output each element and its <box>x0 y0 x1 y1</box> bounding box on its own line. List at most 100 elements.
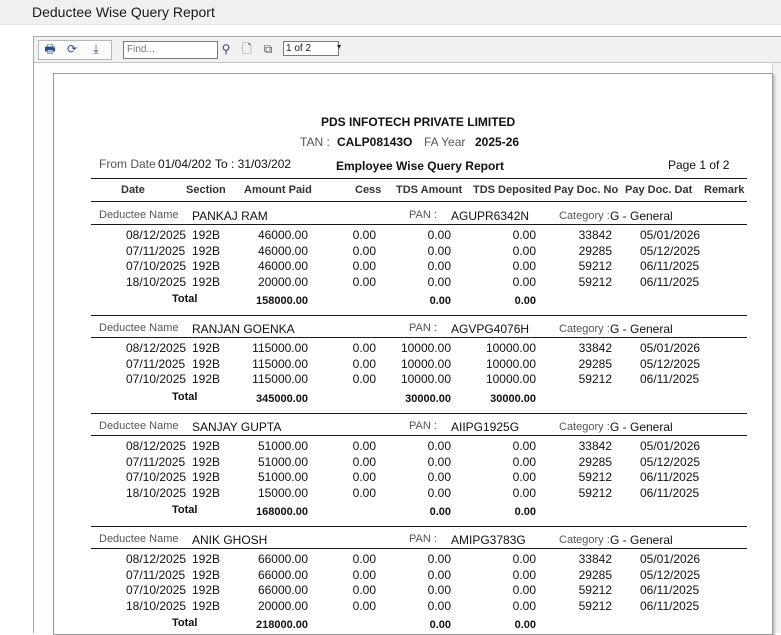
row-tds-deposited: 0.00 <box>512 485 536 500</box>
row-pay-doc-date: 05/01/2026 <box>640 228 701 242</box>
header-bottom-rule <box>91 201 747 202</box>
row-tds-amount: 0.00 <box>427 454 451 469</box>
row-date: 07/11/2025 <box>126 454 186 469</box>
window-title: Deductee Wise Query Report <box>32 4 215 20</box>
row-pay-doc-no: 33842 <box>578 228 612 242</box>
row-cess: 0.00 <box>352 552 376 566</box>
row-amount-paid: 51000.00 <box>257 470 308 485</box>
row-pay-doc-date: 05/01/2026 <box>640 341 701 355</box>
print-icon[interactable]: 🖶 <box>42 42 58 57</box>
row-date: 07/11/2025 <box>126 356 186 371</box>
deductee-name: SANJAY GUPTA <box>192 420 282 434</box>
row-tds-deposited: 0.00 <box>512 439 536 453</box>
tan-label: TAN : <box>300 135 330 149</box>
row-pay-doc-date: 06/11/2025 <box>640 372 700 387</box>
binoculars-icon[interactable]: ⚲ <box>218 42 234 57</box>
row-amount-paid: 46000.00 <box>257 243 308 258</box>
row-cess: 0.00 <box>352 274 376 289</box>
header-top-rule <box>91 178 747 179</box>
row-pay-doc-no: 29285 <box>578 454 612 469</box>
category-value: G - General <box>610 533 673 547</box>
group-header-rule <box>91 224 747 225</box>
total-label: Total <box>172 293 198 306</box>
total-amount-paid: 218000.00 <box>256 619 308 632</box>
deductee-name: RANJAN GOENKA <box>192 322 295 336</box>
page-selector[interactable]: 1 of 2 <box>283 41 339 56</box>
tan-value: CALP08143O <box>337 135 413 149</box>
category-value: G - General <box>610 420 673 434</box>
row-section: 192B <box>192 567 221 582</box>
column-header: Date <box>121 184 145 196</box>
from-value: 01/04/202 <box>158 157 212 171</box>
fy-value: 2025-26 <box>475 135 520 149</box>
row-date: 08/12/2025 <box>126 439 187 453</box>
row-tds-amount: 10000.00 <box>400 372 451 387</box>
row-cess: 0.00 <box>352 259 376 274</box>
row-date: 07/11/2025 <box>126 567 186 582</box>
report-title: Employee Wise Query Report <box>336 159 504 173</box>
group-separator <box>91 526 747 527</box>
row-date: 07/10/2025 <box>126 259 187 274</box>
total-tds-deposited: 0.00 <box>514 619 536 632</box>
row-pay-doc-date: 06/11/2025 <box>640 470 700 485</box>
row-section: 192B <box>192 243 221 258</box>
row-date: 08/12/2025 <box>126 552 187 566</box>
row-pay-doc-no: 33842 <box>578 341 612 355</box>
row-tds-amount: 10000.00 <box>400 341 451 355</box>
row-pay-doc-no: 59212 <box>578 259 612 274</box>
row-tds-amount: 0.00 <box>427 552 451 566</box>
row-tds-amount: 0.00 <box>427 439 451 453</box>
report-canvas[interactable]: PDS INFOTECH PRIVATE LIMITED TAN : CALP0… <box>35 63 781 635</box>
vertical-scrollbar[interactable] <box>772 63 781 633</box>
row-amount-paid: 66000.00 <box>257 583 308 598</box>
row-pay-doc-no: 29285 <box>578 243 612 258</box>
find-input[interactable] <box>123 41 218 59</box>
row-cess: 0.00 <box>352 470 376 485</box>
pan-label: PAN : <box>409 209 437 221</box>
export-icon[interactable]: ⤓ <box>88 42 104 57</box>
row-amount-paid: 46000.00 <box>257 259 308 274</box>
total-tds-deposited: 0.00 <box>514 506 536 519</box>
pan-value: AIIPG1925G <box>451 420 520 434</box>
category-label: Category : <box>559 421 610 433</box>
row-pay-doc-no: 33842 <box>578 552 612 566</box>
total-tds-amount: 30000.00 <box>405 392 451 405</box>
row-pay-doc-no: 59212 <box>578 372 612 387</box>
row-amount-paid: 46000.00 <box>257 228 308 242</box>
row-cess: 0.00 <box>352 567 376 582</box>
row-section: 192B <box>192 552 221 566</box>
row-amount-paid: 15000.00 <box>257 485 308 500</box>
row-cess: 0.00 <box>352 228 376 242</box>
row-pay-doc-date: 05/12/2025 <box>640 454 701 469</box>
row-tds-deposited: 10000.00 <box>485 356 536 371</box>
row-amount-paid: 115000.00 <box>252 341 308 355</box>
refresh-icon[interactable]: ⟳ <box>64 42 80 57</box>
row-tds-deposited: 0.00 <box>512 567 536 582</box>
group-header-rule <box>91 548 747 549</box>
row-cess: 0.00 <box>352 454 376 469</box>
row-pay-doc-no: 59212 <box>578 470 612 485</box>
row-date: 18/10/2025 <box>126 485 187 500</box>
row-tds-deposited: 0.00 <box>512 243 536 258</box>
row-section: 192B <box>192 583 221 598</box>
title-bar: Deductee Wise Query Report <box>0 0 781 25</box>
row-section: 192B <box>192 439 221 453</box>
category-label: Category : <box>559 534 610 546</box>
chevron-down-icon[interactable]: ▾ <box>337 42 341 51</box>
total-tds-amount: 0.00 <box>429 506 451 519</box>
total-tds-deposited: 0.00 <box>514 295 536 308</box>
total-amount-paid: 168000.00 <box>256 506 308 519</box>
row-tds-deposited: 0.00 <box>512 228 536 242</box>
row-pay-doc-date: 06/11/2025 <box>640 259 700 274</box>
column-header: TDS Amount <box>396 184 463 196</box>
column-header: Section <box>186 184 226 196</box>
page-setup-icon[interactable]: 🗋 <box>239 42 255 57</box>
row-amount-paid: 20000.00 <box>257 274 308 289</box>
row-pay-doc-date: 06/11/2025 <box>640 274 700 289</box>
row-date: 07/11/2025 <box>126 243 186 258</box>
row-tds-amount: 0.00 <box>427 243 451 258</box>
group-separator <box>91 413 747 414</box>
row-tds-deposited: 0.00 <box>512 470 536 485</box>
pan-label: PAN : <box>409 533 437 545</box>
multi-page-icon[interactable]: ⧉ <box>260 42 276 57</box>
